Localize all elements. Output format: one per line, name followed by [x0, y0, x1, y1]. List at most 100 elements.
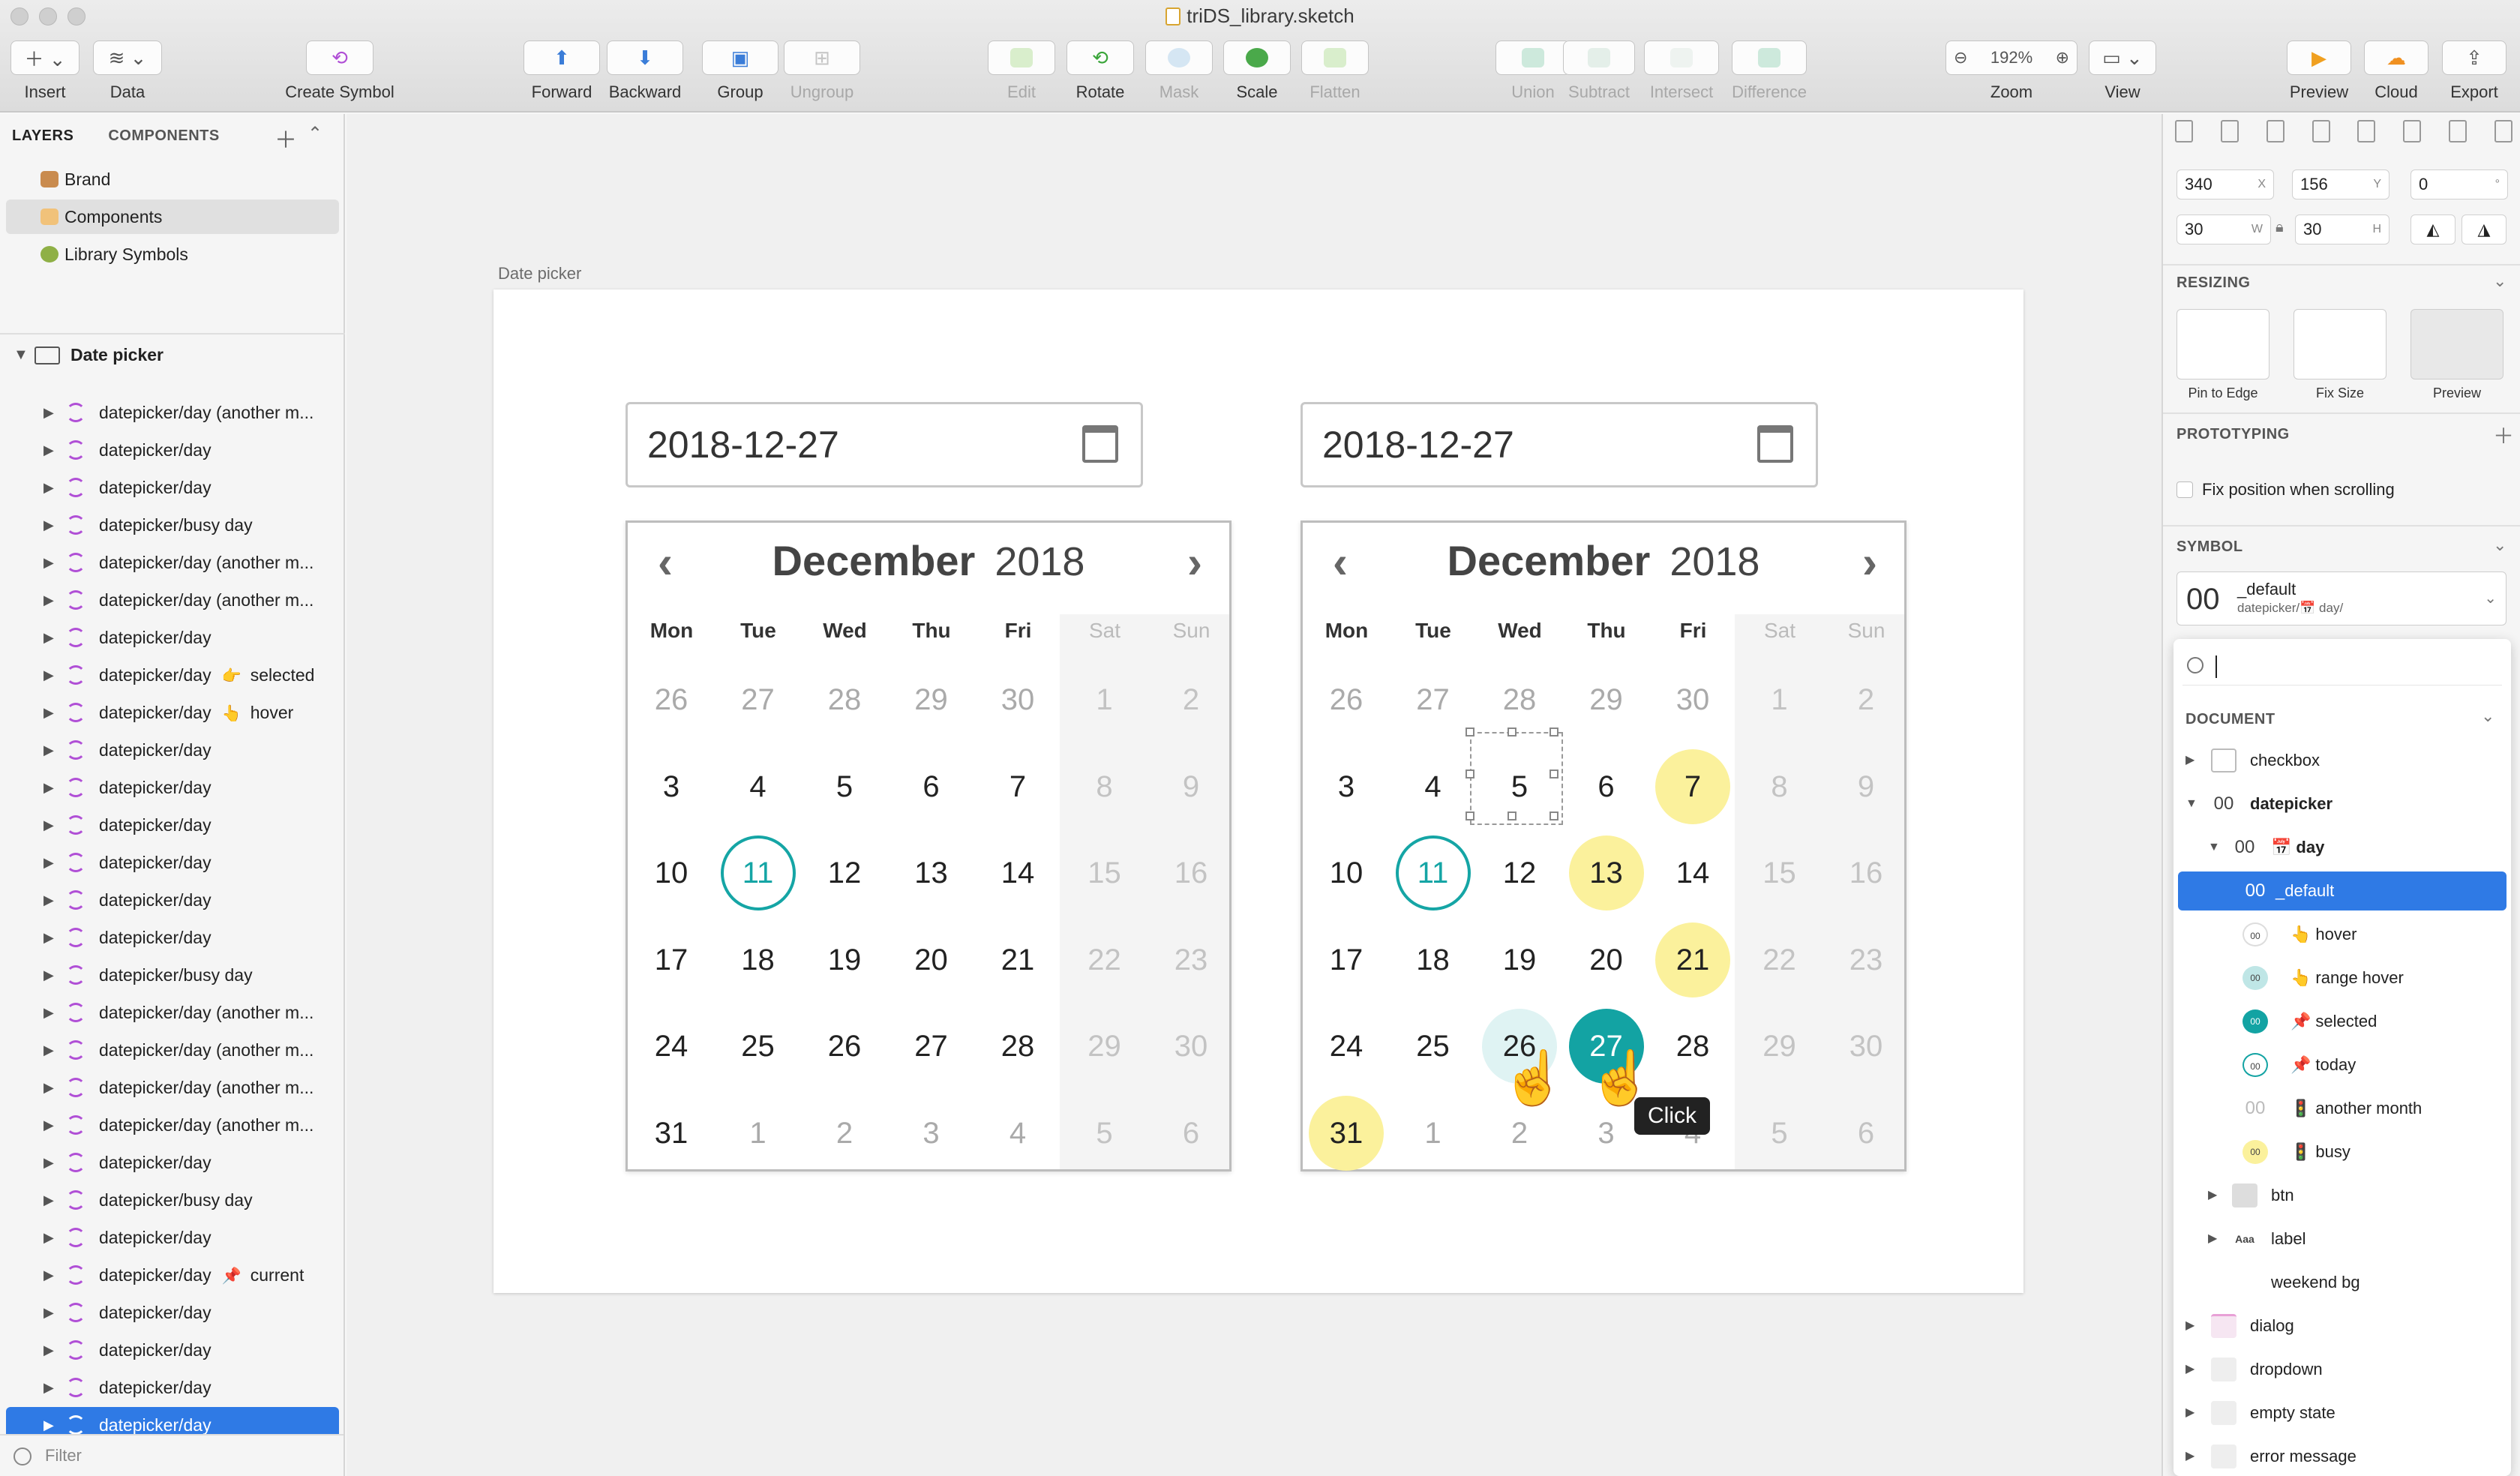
disclosure-icon[interactable]: ▶: [2186, 1306, 2194, 1346]
calendar-day[interactable]: 8: [1742, 749, 1817, 824]
tree-item-range-hover[interactable]: 00 👆 range hover: [2178, 958, 2506, 998]
ungroup-button[interactable]: ⊞ Ungroup: [783, 40, 861, 102]
layer-item[interactable]: ▶ datepicker/day 📌 current: [6, 1257, 339, 1293]
tree-item-empty-state[interactable]: ▶ empty state: [2178, 1394, 2506, 1432]
calendar-day[interactable]: 27: [721, 662, 796, 737]
preview-button[interactable]: ▶ Preview: [2284, 40, 2354, 102]
tree-item-hover[interactable]: 00 👆 hover: [2178, 915, 2506, 954]
layer-item[interactable]: ▶ datepicker/day 👆 hover: [6, 694, 339, 730]
layer-item[interactable]: ▶ datepicker/day (another m...: [6, 544, 339, 580]
calendar-day[interactable]: 3: [634, 749, 709, 824]
calendar-day[interactable]: 11: [720, 836, 796, 910]
layer-item[interactable]: ▶ datepicker/day: [6, 882, 339, 918]
calendar-day[interactable]: 31: [1309, 1095, 1384, 1171]
calendar-day[interactable]: 20: [894, 922, 969, 998]
calendar-day[interactable]: 24: [1309, 1009, 1384, 1084]
calendar-day[interactable]: 30: [1655, 662, 1730, 737]
tree-item-dropdown[interactable]: ▶ dropdown: [2178, 1350, 2506, 1389]
layer-item[interactable]: ▶ datepicker/day: [6, 1144, 339, 1180]
layer-filter[interactable]: Filter: [0, 1434, 344, 1476]
calendar-day[interactable]: 2: [1828, 662, 1904, 737]
intersect-button[interactable]: Intersect: [1642, 40, 1720, 102]
calendar-day[interactable]: 19: [1482, 922, 1557, 998]
disclosure-closed-icon[interactable]: ▶: [44, 1144, 54, 1180]
calendar-day[interactable]: 28: [807, 662, 882, 737]
calendar-day[interactable]: 12: [807, 836, 882, 910]
next-month-icon[interactable]: ›: [1862, 536, 1877, 588]
resize-handle[interactable]: [1508, 728, 1516, 736]
forward-button[interactable]: ⬆ Forward: [524, 40, 600, 102]
align-middle-icon[interactable]: [2357, 120, 2376, 142]
align-right-icon[interactable]: [2494, 120, 2512, 142]
layer-item[interactable]: ▶ datepicker/day: [6, 1294, 339, 1330]
page-item-library-symbols[interactable]: Library Symbols: [6, 237, 339, 272]
calendar-day[interactable]: 13: [1568, 836, 1644, 910]
disclosure-closed-icon[interactable]: ▶: [44, 957, 54, 993]
calendar-day[interactable]: 6: [1828, 1096, 1904, 1171]
calendar-day[interactable]: 14: [980, 836, 1055, 910]
calendar-day[interactable]: 5: [807, 749, 882, 824]
disclosure-closed-icon[interactable]: ▶: [44, 807, 54, 843]
flip-horizontal-icon[interactable]: ◭: [2410, 214, 2456, 244]
calendar-day[interactable]: 24: [634, 1009, 709, 1084]
tree-item-dialog[interactable]: ▶ dialog: [2178, 1306, 2506, 1346]
tree-item-day[interactable]: ▼ 00 📅 day: [2178, 828, 2506, 867]
layer-item[interactable]: ▶ datepicker/busy day: [6, 507, 339, 543]
calendar-day[interactable]: 22: [1067, 922, 1142, 998]
calendar-day[interactable]: 2: [1154, 662, 1228, 737]
add-prototyping-icon[interactable]: ＋: [2493, 420, 2514, 450]
calendar-day[interactable]: 29: [1569, 662, 1644, 737]
add-page-icon[interactable]: ＋: [274, 122, 297, 154]
tree-item-btn[interactable]: ▶ btn: [2178, 1176, 2506, 1215]
calendar-day[interactable]: 30: [1154, 1009, 1228, 1084]
layer-item[interactable]: ▶ datepicker/day: [6, 620, 339, 656]
calendar-day[interactable]: 26: [1309, 662, 1384, 737]
tree-item-error-message[interactable]: ▶ error message: [2178, 1437, 2506, 1476]
resize-handle[interactable]: [1508, 812, 1516, 820]
scale-button[interactable]: Scale: [1222, 40, 1292, 102]
calendar-day[interactable]: 4: [980, 1096, 1055, 1171]
artboard-title[interactable]: Date picker: [498, 264, 581, 284]
calendar-day[interactable]: 29: [1067, 1009, 1142, 1084]
distribute-vertical-icon[interactable]: [2449, 120, 2468, 142]
chevron-down-icon[interactable]: ⌄: [2493, 272, 2506, 291]
canvas[interactable]: Date picker 2018-12-27 2018-12-27 Decemb…: [346, 114, 2162, 1476]
calendar-day[interactable]: 4: [721, 749, 796, 824]
layer-item[interactable]: ▶ datepicker/day: [6, 1370, 339, 1406]
disclosure-closed-icon[interactable]: ▶: [44, 1107, 54, 1143]
align-left-icon[interactable]: [2175, 120, 2193, 142]
calendar-day[interactable]: 4: [1396, 749, 1471, 824]
insert-button[interactable]: ＋ ⌄ Insert: [10, 40, 80, 102]
disclosure-closed-icon[interactable]: ▶: [44, 1257, 54, 1293]
union-button[interactable]: Union: [1494, 40, 1572, 102]
disclosure-closed-icon[interactable]: ▶: [44, 994, 54, 1030]
calendar-day[interactable]: 1: [721, 1096, 796, 1171]
export-button[interactable]: ⇪ Export: [2440, 40, 2508, 102]
calendar-day[interactable]: 29: [894, 662, 969, 737]
layer-item[interactable]: ▶ datepicker/day: [6, 732, 339, 768]
tree-item-default[interactable]: 00 _default: [2178, 872, 2506, 910]
zoom-stepper[interactable]: ⊖ 192% ⊕: [1946, 40, 2078, 75]
layer-item[interactable]: ▶ datepicker/busy day: [6, 957, 339, 993]
calendar-day[interactable]: 8: [1067, 749, 1142, 824]
calendar-day[interactable]: 5: [1742, 1096, 1817, 1171]
calendar-day[interactable]: 22: [1742, 922, 1817, 998]
tree-item-today[interactable]: 00 📌 today: [2178, 1046, 2506, 1084]
disclosure-closed-icon[interactable]: ▶: [44, 1032, 54, 1068]
group-button[interactable]: ▣ Group: [702, 40, 778, 102]
calendar-day[interactable]: 25: [1396, 1009, 1471, 1084]
subtract-button[interactable]: Subtract: [1562, 40, 1636, 102]
calendar-day[interactable]: 19: [807, 922, 882, 998]
disclosure-icon[interactable]: ▼: [2186, 784, 2198, 824]
calendar-day[interactable]: 28: [1655, 1009, 1730, 1084]
disclosure-closed-icon[interactable]: ▶: [44, 620, 54, 656]
flip-vertical-icon[interactable]: ◮: [2462, 214, 2506, 244]
disclosure-closed-icon[interactable]: ▶: [44, 732, 54, 768]
calendar-day[interactable]: 14: [1655, 836, 1730, 910]
calendar-day[interactable]: 6: [1154, 1096, 1228, 1171]
disclosure-closed-icon[interactable]: ▶: [44, 394, 54, 430]
calendar-day[interactable]: 13: [894, 836, 969, 910]
calendar-day[interactable]: 27: [1396, 662, 1471, 737]
pin-to-edge-control[interactable]: [2176, 309, 2270, 380]
calendar-day[interactable]: 20: [1569, 922, 1644, 998]
